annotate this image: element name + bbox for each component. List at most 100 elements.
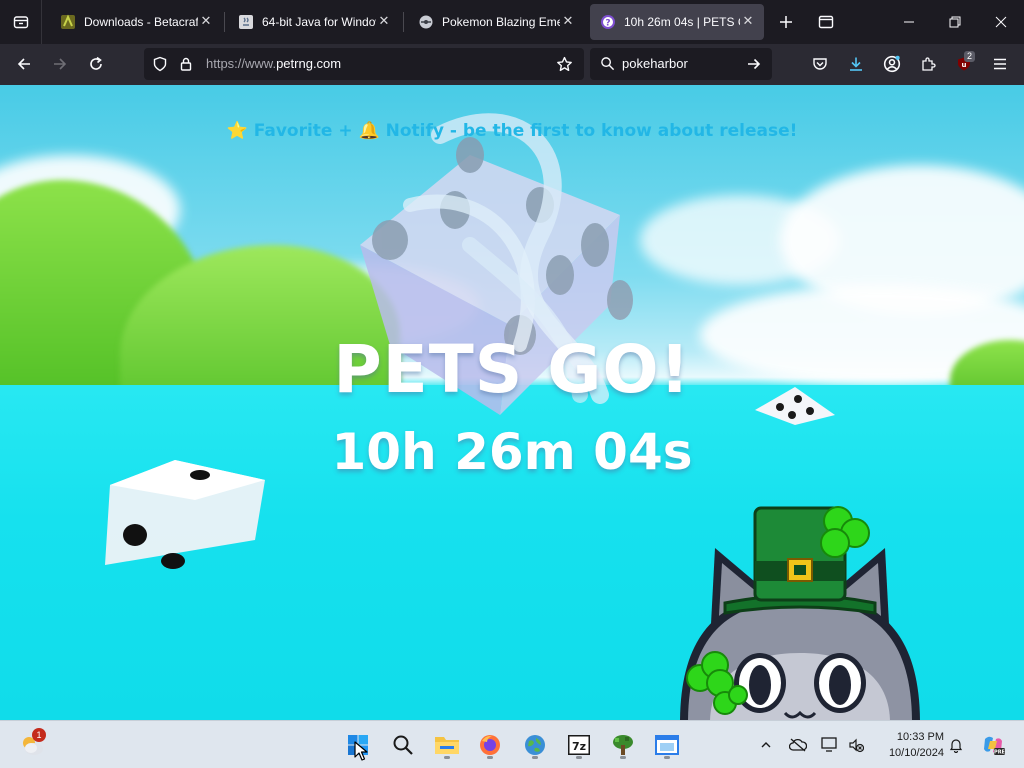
lock-icon[interactable] — [178, 56, 194, 72]
windows-taskbar: 1 7z 10:33 PM 10/10/2024 PRE — [0, 720, 1024, 768]
countdown-timer: 10h 26m 04s — [331, 423, 693, 481]
reload-button[interactable] — [80, 48, 112, 80]
favorite-link[interactable]: Favorite + — [254, 121, 353, 141]
url-host: petrng.com — [276, 56, 342, 71]
hamburger-menu-icon — [994, 58, 1006, 70]
search-icon — [601, 57, 615, 71]
notifications-button[interactable] — [944, 733, 968, 757]
running-indicator — [664, 756, 670, 759]
minecraft-icon — [613, 735, 633, 755]
tab-list-icon — [818, 15, 834, 29]
tab-title: 10h 26m 04s | PETS GO! — [624, 15, 740, 29]
download-icon — [850, 57, 862, 71]
search-input[interactable]: pokeharbor — [622, 56, 688, 71]
restore-icon — [949, 16, 961, 28]
betacraft-icon — [60, 14, 76, 30]
volume-muted-icon — [849, 738, 864, 753]
running-indicator — [576, 756, 582, 759]
svg-text:PRE: PRE — [994, 750, 1005, 756]
star-icon: ⭐ — [226, 121, 248, 141]
petsgo-icon: ? — [600, 14, 616, 30]
weather-widget[interactable]: 1 — [16, 728, 48, 761]
go-arrow-icon[interactable] — [746, 56, 762, 72]
globe-browser-taskbar-button[interactable] — [519, 729, 551, 761]
bell-icon: 🔔 — [358, 121, 380, 141]
tab-separator — [224, 12, 225, 32]
url-scheme: https://www. — [206, 56, 277, 71]
svg-text:7z: 7z — [572, 740, 586, 753]
tab-pokemon[interactable]: Pokemon Blazing Emerald ✕ — [408, 4, 584, 40]
clock-time: 10:33 PM — [896, 731, 944, 743]
minimize-icon — [904, 21, 914, 23]
7zip-taskbar-button[interactable]: 7z — [563, 729, 595, 761]
copilot-icon: PRE — [984, 736, 1005, 756]
ublock-extension-button[interactable]: u 2 — [948, 48, 980, 80]
close-icon[interactable]: ✕ — [198, 14, 214, 30]
notepad-taskbar-button[interactable] — [651, 729, 683, 761]
extensions-button[interactable] — [912, 48, 944, 80]
forward-button[interactable] — [44, 48, 76, 80]
onedrive-tray-button[interactable] — [786, 733, 810, 757]
firefox-view-icon — [13, 16, 28, 29]
account-icon — [883, 55, 901, 73]
notify-banner[interactable]: ⭐ Favorite + 🔔 Notify - be the first to … — [0, 121, 1024, 141]
taskbar-search-button[interactable] — [387, 729, 419, 761]
bell-icon — [949, 739, 963, 753]
notepad-icon — [655, 735, 679, 755]
notification-badge: 1 — [32, 728, 46, 742]
volume-tray-button[interactable] — [844, 733, 868, 757]
running-indicator — [444, 756, 450, 759]
address-bar[interactable]: https://www.petrng.com — [144, 48, 584, 80]
browser-globe-icon — [525, 735, 545, 755]
tab-title: Downloads - Betacraft — [84, 15, 198, 29]
running-indicator — [487, 756, 493, 759]
java-icon — [238, 14, 254, 30]
copilot-button[interactable]: PRE — [978, 733, 1008, 757]
cloud-offline-icon — [789, 738, 807, 752]
mouse-cursor — [354, 741, 368, 761]
file-explorer-button[interactable] — [431, 729, 463, 761]
tab-title: Pokemon Blazing Emerald — [442, 15, 560, 29]
firefox-taskbar-button[interactable] — [474, 729, 506, 761]
arrow-left-icon — [17, 58, 30, 70]
tab-betacraft[interactable]: Downloads - Betacraft ✕ — [50, 4, 222, 40]
downloads-button[interactable] — [840, 48, 872, 80]
minecraft-taskbar-button[interactable] — [607, 729, 639, 761]
close-window-button[interactable] — [978, 0, 1024, 44]
pocket-icon — [813, 58, 827, 70]
page-content: ⭐ Favorite + 🔔 Notify - be the first to … — [0, 85, 1024, 720]
search-bar[interactable]: pokeharbor — [590, 48, 772, 80]
close-icon[interactable]: ✕ — [376, 14, 392, 30]
show-hidden-icons-button[interactable] — [754, 733, 778, 757]
extension-badge: 2 — [964, 51, 976, 62]
tab-java[interactable]: 64-bit Java for Windows ✕ — [228, 4, 400, 40]
pocket-button[interactable] — [804, 48, 836, 80]
plus-icon — [780, 16, 792, 28]
bookmark-star-icon[interactable] — [556, 56, 573, 73]
reload-icon — [90, 56, 102, 70]
tab-separator — [403, 12, 404, 32]
tab-title: 64-bit Java for Windows — [262, 15, 376, 29]
new-tab-button[interactable] — [770, 6, 802, 38]
tab-petsgo[interactable]: ? 10h 26m 04s | PETS GO! ✕ — [590, 4, 764, 40]
firefox-view-button[interactable] — [0, 0, 42, 44]
account-button[interactable] — [876, 48, 908, 80]
system-clock[interactable]: 10:33 PM 10/10/2024 — [872, 729, 944, 761]
app-menu-button[interactable] — [984, 48, 1016, 80]
close-icon[interactable]: ✕ — [740, 14, 756, 30]
network-tray-button[interactable] — [818, 733, 842, 757]
restore-button[interactable] — [932, 0, 978, 44]
back-button[interactable] — [8, 48, 40, 80]
notify-link[interactable]: Notify - be the first to know about rele… — [386, 121, 798, 141]
tracking-protection-shield-icon[interactable] — [152, 56, 168, 72]
minimize-button[interactable] — [886, 0, 932, 44]
running-indicator — [620, 756, 626, 759]
pokemon-icon — [418, 14, 434, 30]
url-text[interactable]: https://www.petrng.com — [206, 56, 341, 71]
7zip-icon: 7z — [568, 735, 590, 755]
list-all-tabs-button[interactable] — [810, 6, 842, 38]
close-icon[interactable]: ✕ — [560, 14, 576, 30]
search-icon — [393, 735, 413, 755]
puzzle-icon — [922, 57, 936, 71]
chevron-up-icon — [761, 742, 771, 748]
